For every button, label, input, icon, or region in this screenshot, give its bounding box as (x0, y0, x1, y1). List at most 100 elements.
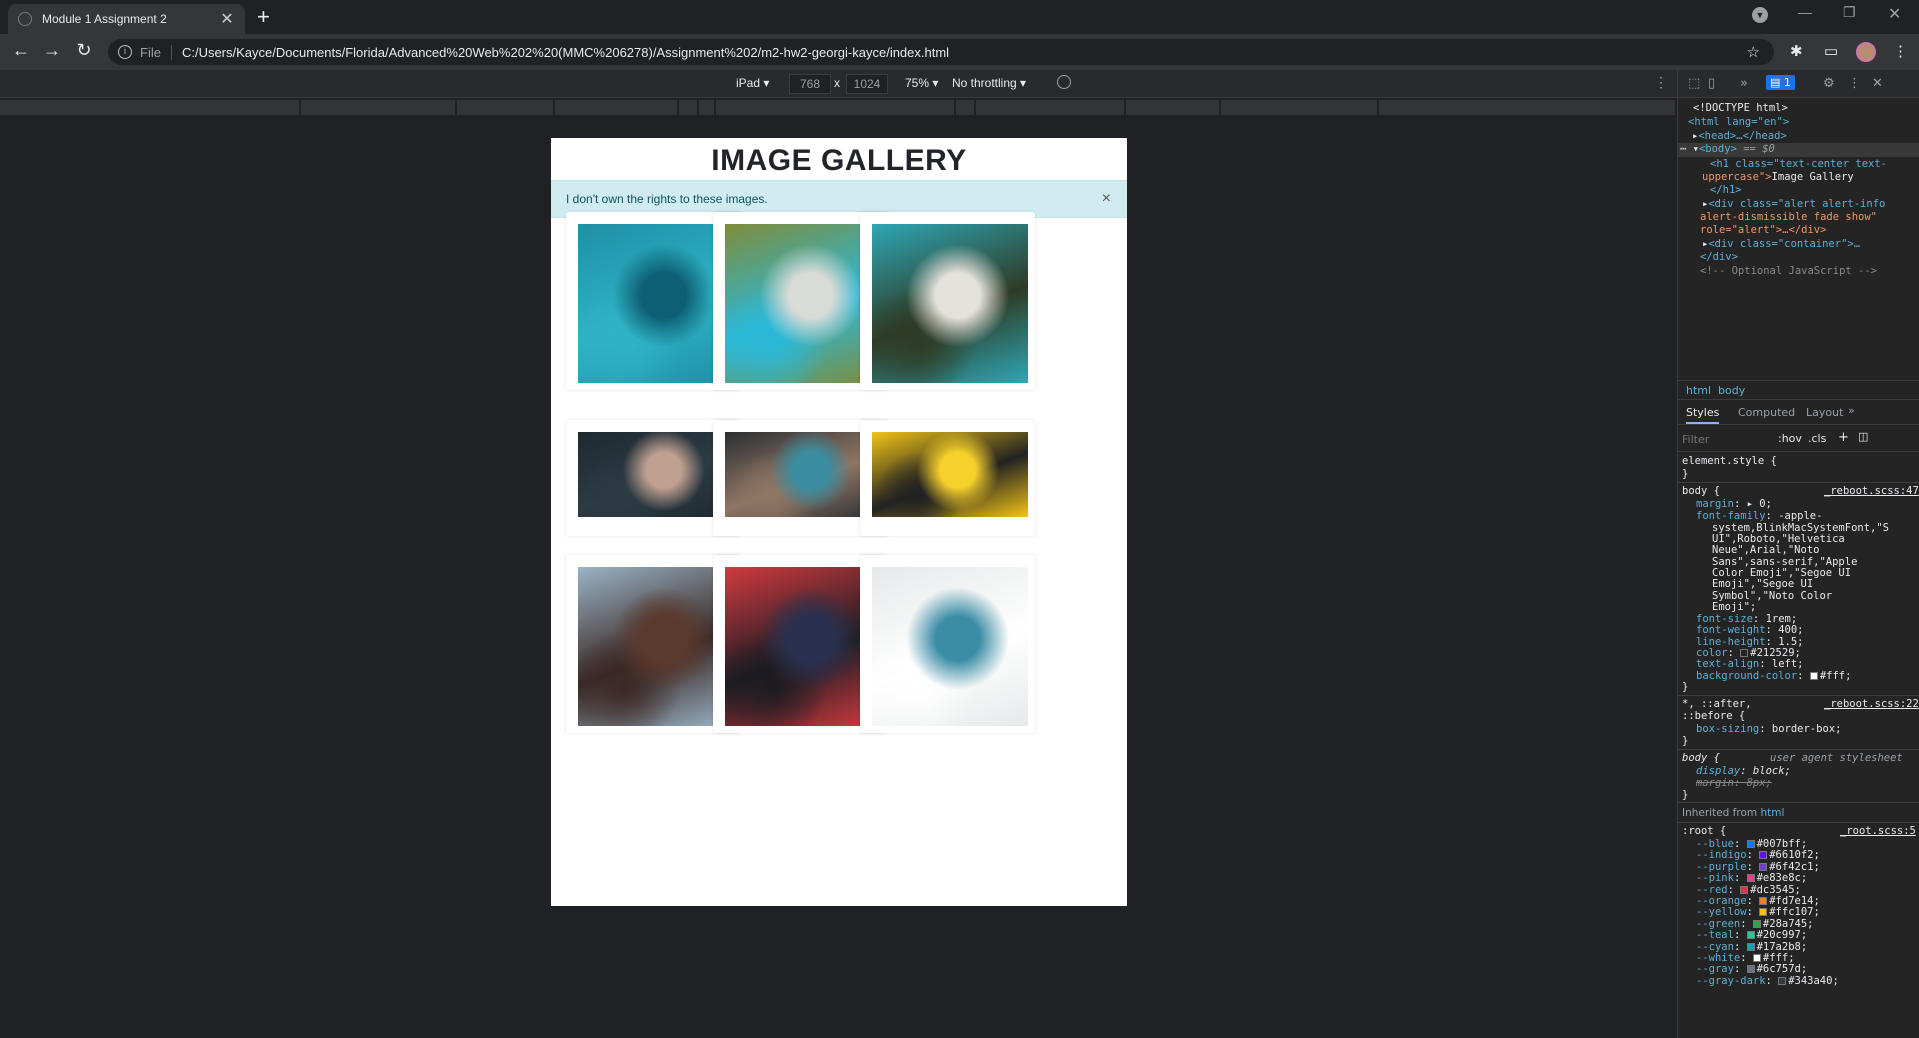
reload-icon[interactable]: ↻ (73, 40, 95, 61)
dom-alert-line[interactable]: ▸<div class="alert alert-info (1702, 198, 1885, 210)
throttling-select[interactable]: No throttling ▾ (952, 76, 1026, 90)
css-variable[interactable]: --blue: #007bff; (1696, 838, 1807, 850)
css-variable[interactable]: --white: #fff; (1696, 952, 1795, 964)
dom-h1-cont[interactable]: uppercase">Image Gallery (1702, 171, 1854, 183)
dom-body-row[interactable]: ⋯ ▾<body> == $0 (1678, 143, 1919, 157)
color-swatch[interactable] (1752, 954, 1761, 962)
alert-close-button[interactable]: × (1102, 190, 1111, 208)
dom-h1-close[interactable]: </h1> (1710, 184, 1742, 196)
color-swatch[interactable] (1740, 885, 1749, 894)
media-query-segment[interactable] (301, 100, 457, 115)
sidebar-toggle-icon[interactable]: ◫ (1858, 430, 1868, 443)
prop-font-family[interactable]: font-family: -apple- (1696, 510, 1822, 522)
zoom-select[interactable]: 75% ▾ (905, 76, 938, 90)
media-query-segment[interactable] (1221, 100, 1379, 115)
color-swatch[interactable] (1746, 965, 1755, 974)
rotate-icon[interactable] (1057, 75, 1071, 89)
extensions-icon[interactable]: ✱ (1790, 42, 1803, 60)
prop-font-weight[interactable]: font-weight: 400; (1696, 624, 1804, 636)
color-swatch[interactable] (1746, 840, 1755, 848)
media-query-segment[interactable] (555, 100, 679, 115)
width-input[interactable]: 768 (789, 74, 831, 94)
css-variable[interactable]: --gray-dark: #343a40; (1696, 975, 1839, 987)
cast-icon[interactable]: ▭ (1824, 42, 1838, 60)
media-query-segment[interactable] (976, 100, 1126, 115)
css-variable[interactable]: --orange: #fd7e14; (1696, 895, 1820, 907)
device-menu-icon[interactable]: ⋮ (1654, 74, 1668, 91)
prop-background-color[interactable]: background-color: #fff; (1696, 670, 1851, 682)
minimize-icon[interactable]: — (1798, 4, 1812, 20)
media-query-segment[interactable] (679, 100, 699, 115)
universal-selector[interactable]: *, ::after, (1682, 698, 1752, 710)
color-swatch[interactable] (1759, 851, 1768, 860)
kebab-menu-icon[interactable]: ⋮ (1893, 42, 1908, 60)
forward-icon[interactable]: → (41, 40, 63, 61)
element-style-selector[interactable]: element.style { (1682, 455, 1777, 467)
css-variable[interactable]: --pink: #e83e8c; (1696, 872, 1807, 884)
css-variable[interactable]: --cyan: #17a2b8; (1696, 941, 1807, 953)
more-tabs-icon[interactable]: » (1740, 76, 1748, 91)
media-query-segment[interactable] (716, 100, 956, 115)
color-swatch[interactable] (1759, 908, 1768, 917)
filter-input[interactable] (1682, 430, 1768, 448)
dom-head-node[interactable]: ▸<head>…</head> (1692, 130, 1787, 142)
device-toggle-icon[interactable]: ▯ (1708, 76, 1715, 91)
ua-body-selector[interactable]: body { (1682, 752, 1720, 764)
url-text[interactable]: C:/Users/Kayce/Documents/Florida/Advance… (182, 45, 949, 60)
breadcrumb-body[interactable]: body (1718, 384, 1745, 397)
restore-icon[interactable]: ❐ (1843, 4, 1856, 21)
prop-display[interactable]: display: block; (1696, 765, 1791, 777)
css-variable[interactable]: --teal: #20c997; (1696, 929, 1807, 941)
dom-html[interactable]: <html lang="en"> (1688, 116, 1789, 128)
media-query-segment[interactable] (1379, 100, 1677, 115)
tab-layout[interactable]: Layout (1806, 406, 1843, 419)
prop-margin-overridden[interactable]: margin: 8px; (1696, 777, 1772, 789)
cls-toggle[interactable]: .cls (1808, 432, 1826, 445)
back-icon[interactable]: ← (10, 40, 32, 61)
media-query-segment[interactable] (956, 100, 976, 115)
css-variable[interactable]: --gray: #6c757d; (1696, 963, 1807, 975)
css-variable[interactable]: --green: #28a745; (1696, 918, 1814, 930)
breadcrumb-html[interactable]: html (1686, 384, 1711, 397)
tab-more[interactable]: » (1848, 404, 1855, 417)
inspect-element-icon[interactable]: ⬚ (1688, 76, 1700, 91)
tab-styles[interactable]: Styles (1686, 406, 1720, 424)
dom-container-line[interactable]: ▸<div class="container">… (1702, 238, 1860, 250)
dom-comment[interactable]: <!-- Optional JavaScript --> (1700, 265, 1877, 277)
color-swatch[interactable] (1746, 942, 1755, 951)
color-swatch[interactable] (1778, 976, 1787, 985)
tab-computed[interactable]: Computed (1738, 406, 1795, 419)
info-icon[interactable]: i (118, 45, 132, 59)
color-swatch[interactable] (1752, 919, 1761, 928)
window-close-icon[interactable]: ✕ (1888, 4, 1901, 24)
hov-toggle[interactable]: :hov (1778, 432, 1802, 445)
prop-text-align[interactable]: text-align: left; (1696, 658, 1803, 670)
close-tab-icon[interactable]: ✕ (219, 9, 235, 29)
profile-menu-icon[interactable]: ▼ (1752, 7, 1768, 23)
color-swatch[interactable] (1746, 931, 1755, 940)
color-swatch[interactable] (1759, 897, 1768, 905)
media-query-segment[interactable] (457, 100, 555, 115)
bookmark-star-icon[interactable]: ☆ (1747, 43, 1760, 61)
color-swatch[interactable] (1759, 862, 1768, 871)
devtools-close-icon[interactable]: ✕ (1872, 76, 1883, 91)
devtools-menu-icon[interactable]: ⋮ (1848, 76, 1861, 91)
new-rule-icon[interactable]: + (1838, 430, 1849, 445)
media-query-bar[interactable] (0, 99, 1677, 116)
reboot-source-link[interactable]: _reboot.scss:22 (1824, 698, 1919, 710)
dom-container-close[interactable]: </div> (1700, 251, 1738, 263)
dom-doctype[interactable]: <!DOCTYPE html> (1693, 102, 1788, 114)
css-variable[interactable]: --indigo: #6610f2; (1696, 849, 1820, 861)
reboot-source-link[interactable]: _reboot.scss:47 (1824, 485, 1919, 497)
prop-box-sizing[interactable]: box-sizing: border-box; (1696, 723, 1841, 735)
settings-gear-icon[interactable]: ⚙ (1823, 76, 1835, 91)
prop-margin[interactable]: margin: ▸ 0; (1696, 498, 1772, 510)
address-bar[interactable]: i File C:/Users/Kayce/Documents/Florida/… (108, 39, 1774, 65)
css-variable[interactable]: --red: #dc3545; (1696, 884, 1801, 896)
dom-h1-line[interactable]: <h1 class="text-center text- (1710, 158, 1887, 170)
dom-alert-cont2[interactable]: role="alert">…</div> (1700, 224, 1826, 236)
browser-tab[interactable]: Module 1 Assignment 2 ✕ (8, 4, 245, 34)
color-swatch[interactable] (1740, 649, 1749, 657)
inherited-element[interactable]: html (1760, 807, 1784, 819)
root-source-link[interactable]: _root.scss:5 (1840, 825, 1916, 837)
